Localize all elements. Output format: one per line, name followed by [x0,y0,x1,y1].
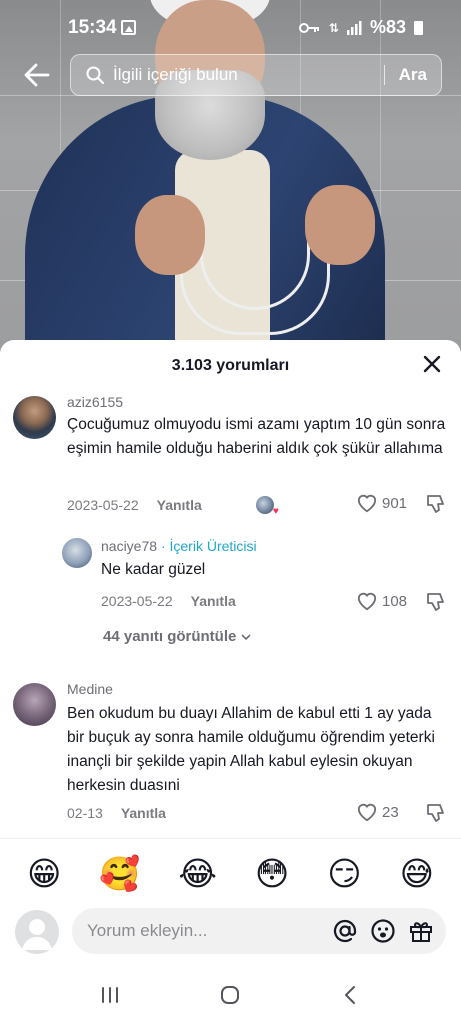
heart-icon [357,803,377,822]
dislike-icon[interactable] [426,592,446,612]
home-icon[interactable] [218,983,242,1007]
gallery-notification-icon [121,20,136,35]
avatar[interactable] [13,683,56,726]
like-button[interactable]: 108 [356,591,407,611]
comment-text: Çocuğumuz olmuyodu ismi azamı yaptım 10 … [67,416,446,457]
status-time: 15:34 [68,17,117,38]
dislike-icon[interactable] [426,494,446,514]
comment-date: 2023-05-22 [67,497,139,513]
view-replies-label: 44 yanıtı görüntüle [103,628,237,645]
dislike-icon[interactable] [426,803,446,823]
search-bar[interactable]: İlgili içeriği bulun Ara [70,54,442,96]
comment-username[interactable]: naciye78 [101,538,157,554]
heart-icon [357,592,377,611]
back-icon[interactable] [339,983,363,1007]
comment-username[interactable]: aziz6155 [67,394,123,410]
comment-text: Ben okudum bu duayı Allahim de kabul ett… [67,705,435,794]
emoji-smirk-button[interactable]: 😏 [327,857,361,890]
like-count: 108 [382,592,408,610]
reply-button[interactable]: Yanıtla [121,805,166,821]
mention-icon[interactable] [332,918,358,944]
recent-apps-icon[interactable] [98,983,122,1007]
signal-bars-icon [346,20,362,35]
view-replies-button[interactable]: 44 yanıtı görüntüle [103,628,252,645]
status-bar: 15:34 ⇅ %83 [0,0,461,56]
comment-date: 02-13 [67,805,103,821]
emoji-grin-button[interactable]: 😁 [27,857,61,890]
reply-button[interactable]: Yanıtla [191,593,236,609]
user-avatar [15,910,59,954]
search-icon [86,66,105,85]
search-button[interactable]: Ara [385,65,441,85]
comment-text: Ne kadar güzel [101,561,206,578]
creator-badge: · İçerik Üreticisi [160,538,257,554]
reply-button[interactable]: Yanıtla [157,497,202,513]
comment-input[interactable]: Yorum ekleyin... [87,921,332,941]
comment-input-bar[interactable]: Yorum ekleyin... [72,908,446,954]
heart-icon [357,494,377,513]
comments-title: 3.103 yorumları [171,357,290,374]
key-icon [298,22,319,33]
battery-icon [414,20,423,35]
emoji-sweat-smile-button[interactable]: 😅 [400,857,434,890]
like-button[interactable]: 901 [356,493,407,513]
like-button[interactable]: 23 [356,802,399,822]
reply-username-row: naciye78 · İçerik Üreticisi [101,538,257,554]
emoji-hearts-button[interactable]: 🥰 [99,857,140,890]
comment-username[interactable]: Medine [67,681,113,697]
avatar[interactable] [62,538,92,568]
close-icon[interactable] [421,353,443,375]
emoji-laugh-button[interactable]: 😂 [178,857,217,890]
emoji-flushed-button[interactable]: 😳 [255,857,289,890]
avatar[interactable] [13,396,56,439]
heart-badge-icon: ♥ [272,506,279,517]
system-nav-bar [0,966,461,1024]
gift-icon[interactable] [408,918,434,944]
back-arrow-icon[interactable] [22,60,52,90]
battery-percent: %83 [369,17,406,37]
like-count: 23 [382,803,399,821]
emoji-quick-bar: 😁 🥰 😂 😳 😏 😅 [0,838,461,908]
chevron-down-icon [241,633,251,640]
search-input[interactable]: İlgili içeriği bulun [113,65,384,85]
emoji-picker-icon[interactable] [370,918,396,944]
creator-liked-avatar: ♥ [255,496,279,517]
comment-date: 2023-05-22 [101,593,173,609]
signal-4g-icon: ⇅ [328,20,339,35]
default-avatar-icon [22,919,52,950]
like-count: 901 [382,494,408,512]
